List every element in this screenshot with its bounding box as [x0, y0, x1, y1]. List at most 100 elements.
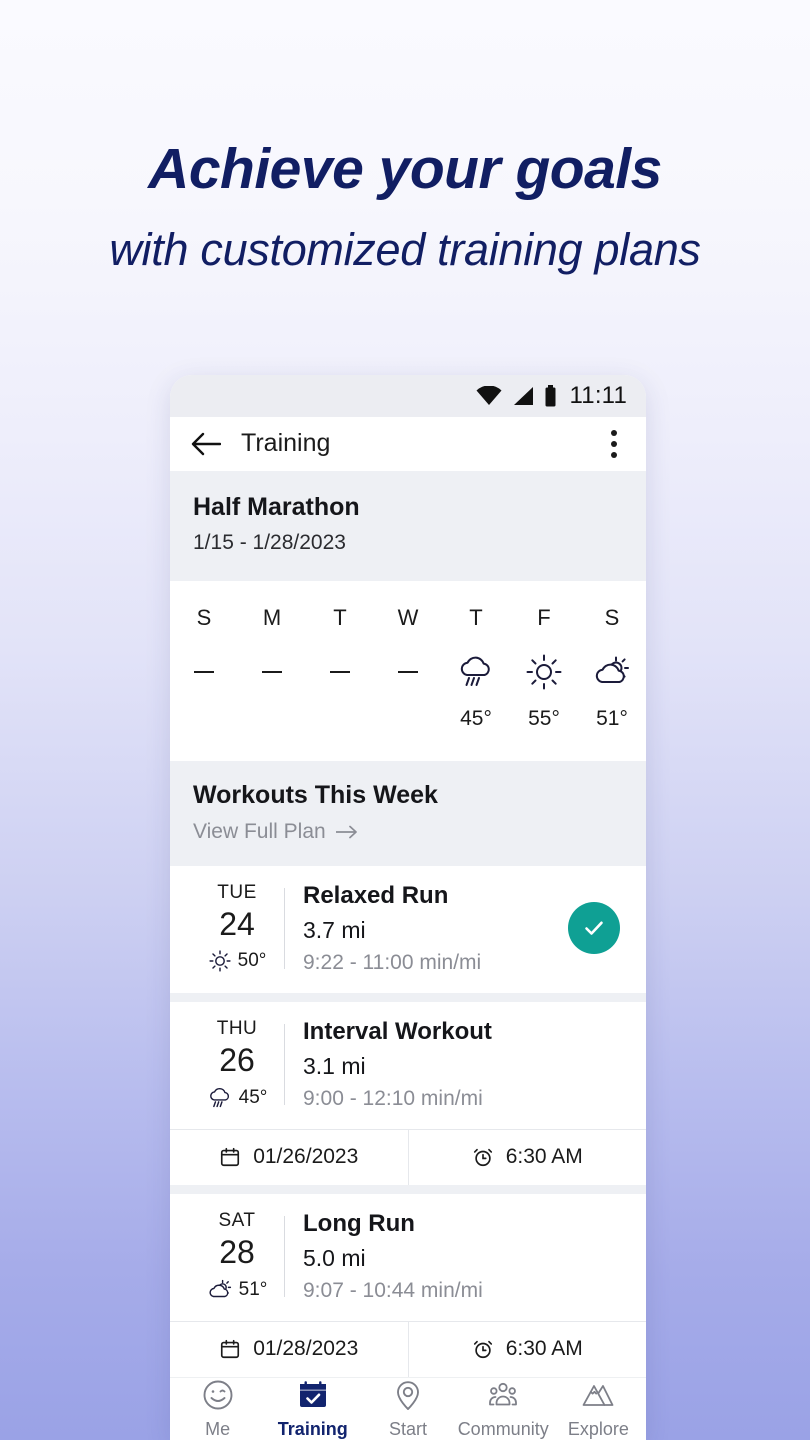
- workout-date-block: SAT 28 51°: [190, 1210, 284, 1303]
- week-day-letter: W: [397, 604, 419, 630]
- workout-card[interactable]: THU 26 45° Interval Workout 3.1 mi 9:00 …: [170, 1001, 647, 1185]
- workout-card-footer: 01/26/2023 6:30 AM: [170, 1128, 647, 1185]
- nav-label-community: Community: [457, 1419, 549, 1439]
- week-day-temp: 55°: [528, 706, 560, 730]
- workout-scheduled-date[interactable]: 01/28/2023: [170, 1322, 408, 1377]
- workout-day-number: 28: [219, 1233, 255, 1270]
- week-day[interactable]: S 51°: [578, 605, 646, 733]
- plan-date-range: 1/15 - 1/28/2023: [193, 530, 346, 554]
- status-bar: 11:11: [170, 375, 646, 417]
- battery-icon: [544, 384, 557, 407]
- workout-time-text: 6:30 AM: [505, 1145, 583, 1169]
- workout-day-of-week: TUE: [217, 881, 257, 903]
- people-icon: [486, 1378, 520, 1412]
- workout-card-main: SAT 28 51° Long Run 5.0 mi 9:07 - 10:44 …: [170, 1194, 646, 1321]
- week-day-icon: [330, 649, 350, 695]
- workout-weather: 51°: [207, 1277, 268, 1303]
- week-strip: S M T W T 45° F 55° S 51°: [170, 580, 646, 761]
- back-arrow-icon[interactable]: [191, 431, 221, 457]
- nav-item-start[interactable]: Start: [360, 1378, 455, 1440]
- check-icon: [585, 921, 603, 936]
- sun-icon: [524, 649, 564, 695]
- wifi-icon: [476, 385, 502, 406]
- workout-details: Interval Workout 3.1 mi 9:00 - 12:10 min…: [303, 1018, 626, 1111]
- rain-icon: [207, 1085, 233, 1111]
- workout-title: Relaxed Run: [303, 881, 449, 909]
- week-day-temp: 51°: [596, 706, 628, 730]
- nav-label-explore: Explore: [567, 1419, 629, 1439]
- partly-cloudy-icon: [207, 1277, 233, 1303]
- partly-cloudy-icon: [592, 649, 632, 695]
- week-day[interactable]: F 55°: [510, 605, 578, 733]
- location-pin-icon: [391, 1378, 425, 1412]
- week-day-icon: [398, 649, 418, 695]
- divider: [284, 1023, 285, 1105]
- workout-distance: 3.7 mi: [303, 916, 366, 943]
- page-title: Training: [241, 429, 331, 458]
- workout-date-block: TUE 24 50°: [190, 882, 284, 975]
- nav-item-explore[interactable]: Explore: [551, 1378, 646, 1440]
- workout-temp: 50°: [237, 949, 267, 971]
- more-options-icon[interactable]: [603, 424, 625, 464]
- week-day[interactable]: T: [306, 605, 374, 733]
- workout-card-main: TUE 24 50° Relaxed Run 3.7 mi 9:22 - 11:…: [170, 866, 646, 993]
- workout-pace: 9:00 - 12:10 min/mi: [303, 1086, 483, 1110]
- alarm-icon: [472, 1338, 494, 1360]
- workout-distance: 5.0 mi: [303, 1244, 366, 1271]
- week-day-letter: S: [604, 604, 620, 630]
- workout-details: Long Run 5.0 mi 9:07 - 10:44 min/mi: [303, 1210, 626, 1303]
- workout-day-of-week: THU: [216, 1017, 258, 1039]
- workout-alarm-time[interactable]: 6:30 AM: [407, 1321, 647, 1377]
- promo-banner: Achieve your goals with customized train…: [0, 0, 810, 276]
- workout-pace: 9:22 - 11:00 min/mi: [303, 950, 482, 974]
- workouts-section-header: Workouts This Week View Full Plan: [170, 760, 646, 866]
- workout-title: Interval Workout: [303, 1017, 492, 1045]
- mountains-icon: [581, 1378, 615, 1412]
- calendar-icon: [219, 1338, 241, 1360]
- workout-alarm-time[interactable]: 6:30 AM: [407, 1129, 647, 1185]
- sun-icon: [208, 949, 232, 973]
- week-day[interactable]: T 45°: [442, 605, 510, 733]
- workout-completed-badge[interactable]: [568, 902, 620, 955]
- promo-subheadline: with customized training plans: [109, 223, 701, 275]
- workout-scheduled-date[interactable]: 01/26/2023: [170, 1130, 408, 1185]
- workouts-section-title: Workouts This Week: [193, 780, 438, 809]
- calendar-icon: [219, 1146, 241, 1168]
- nav-item-me[interactable]: Me: [170, 1378, 265, 1440]
- workout-card[interactable]: TUE 24 50° Relaxed Run 3.7 mi 9:22 - 11:…: [170, 865, 646, 993]
- rain-icon: [456, 649, 496, 695]
- status-bar-clock: 11:11: [569, 381, 627, 409]
- cell-signal-icon: [511, 386, 535, 406]
- promo-headline: Achieve your goals: [148, 137, 662, 201]
- workout-temp: 51°: [238, 1278, 268, 1300]
- app-bar: Training: [170, 416, 646, 471]
- week-day-letter: M: [262, 604, 282, 630]
- divider: [284, 1215, 285, 1297]
- view-full-plan-label: View Full Plan: [193, 819, 326, 843]
- workout-distance: 3.1 mi: [303, 1052, 366, 1079]
- week-day[interactable]: W: [374, 605, 442, 733]
- workout-day-number: 24: [219, 905, 255, 942]
- card-separator: [170, 992, 646, 1002]
- nav-item-community[interactable]: Community: [456, 1378, 551, 1440]
- divider: [284, 887, 285, 969]
- workout-card-footer: 01/28/2023 6:30 AM: [170, 1320, 647, 1377]
- nav-label-me: Me: [205, 1419, 231, 1439]
- workout-date-text: 01/28/2023: [253, 1337, 359, 1361]
- workout-card[interactable]: SAT 28 51° Long Run 5.0 mi 9:07 - 10:44 …: [170, 1193, 647, 1377]
- plan-header: Half Marathon 1/15 - 1/28/2023: [170, 470, 646, 581]
- nav-item-training[interactable]: Training: [265, 1378, 360, 1440]
- week-day-letter: F: [537, 604, 551, 630]
- workout-day-number: 26: [219, 1041, 255, 1078]
- week-day-icon: [194, 649, 214, 695]
- alarm-icon: [472, 1146, 494, 1168]
- phone-mockup: 11:11 Training Half Marathon 1/15 - 1/28…: [170, 375, 646, 1440]
- week-day-icon: [262, 649, 282, 695]
- arrow-right-icon: [335, 825, 358, 839]
- workout-day-of-week: SAT: [218, 1209, 256, 1231]
- week-day[interactable]: M: [238, 605, 306, 733]
- view-full-plan-link[interactable]: View Full Plan: [193, 820, 623, 844]
- week-day[interactable]: S: [170, 605, 238, 733]
- workout-details: Relaxed Run 3.7 mi 9:22 - 11:00 min/mi: [303, 882, 568, 975]
- week-day-temp: 45°: [460, 706, 492, 730]
